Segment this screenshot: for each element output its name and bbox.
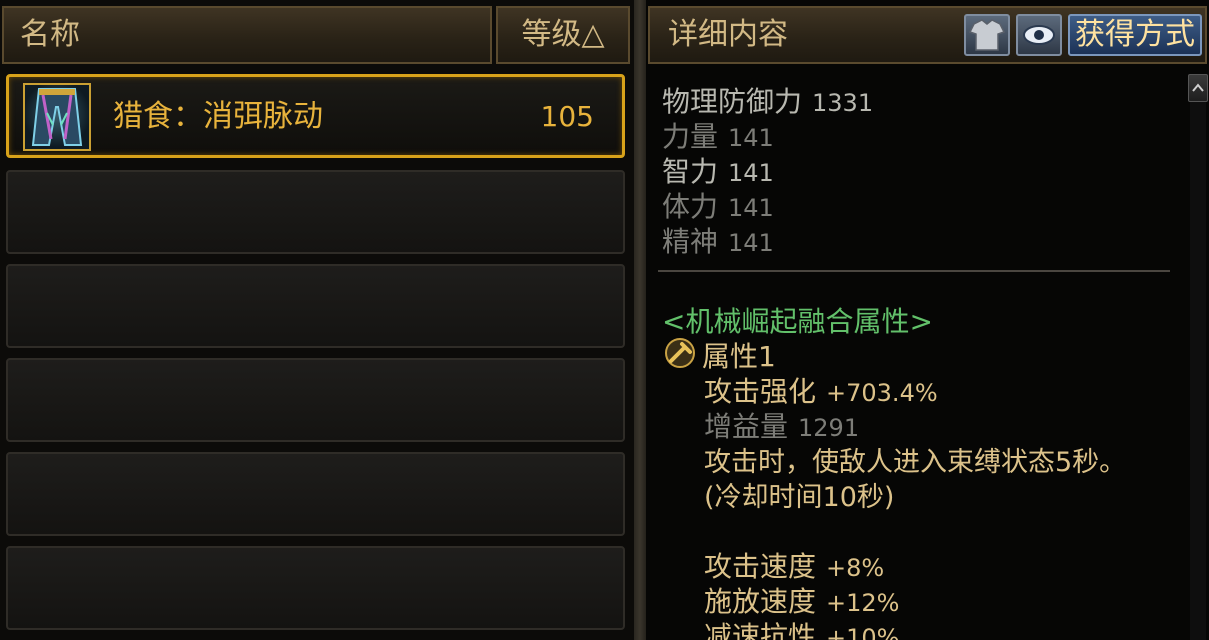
stat-buff-amount: 增益量 1291 [704, 410, 860, 443]
panel-divider [634, 0, 646, 640]
stat-cast-speed: 施放速度 +12% [704, 585, 900, 618]
stat-strength: 力量 141 [662, 120, 774, 153]
wrench-icon [665, 338, 695, 368]
chevron-up-icon [1192, 83, 1204, 92]
view-button[interactable] [1016, 14, 1062, 56]
detail-title: 详细内容 [668, 17, 788, 52]
stat-attack-speed: 攻击速度 +8% [704, 550, 885, 583]
section-divider [658, 270, 1170, 272]
column-header-level-sort[interactable]: 等级△ [496, 6, 630, 64]
detail-scrollbar[interactable] [1190, 102, 1206, 640]
item-list-panel: 名称 等级△ 猎食：消弭脉动 105 [0, 0, 634, 640]
stat-physical-defense: 物理防御力 1331 [662, 85, 874, 118]
item-browser-window: 名称 等级△ 猎食：消弭脉动 105 详细内容 获得方式 物理防御力 1331 … [0, 0, 1209, 640]
item-name: 猎食：消弭脉动 [113, 99, 323, 134]
effect-cooldown: (冷却时间10秒) [704, 482, 895, 513]
fusion-attribute-title: <机械崛起融合属性> [662, 305, 933, 338]
list-item-empty[interactable] [6, 170, 625, 254]
stat-spirit: 精神 141 [662, 225, 774, 258]
armor-preview-button[interactable] [964, 14, 1010, 56]
list-item-selected[interactable]: 猎食：消弭脉动 105 [6, 74, 625, 158]
list-item-empty[interactable] [6, 452, 625, 536]
column-header-name[interactable]: 名称 [2, 6, 492, 64]
stat-attack-boost: 攻击强化 +703.4% [704, 375, 938, 408]
armor-icon [968, 19, 1006, 51]
list-item-empty[interactable] [6, 264, 625, 348]
scroll-up-button[interactable] [1188, 74, 1208, 102]
stat-vitality: 体力 141 [662, 190, 774, 223]
list-item-empty[interactable] [6, 546, 625, 630]
list-item-empty[interactable] [6, 358, 625, 442]
stat-slow-resistance: 减速抗性 +10% [704, 620, 900, 640]
attribute-label: 属性1 [702, 340, 776, 373]
item-level: 105 [540, 100, 594, 133]
item-detail-panel: 详细内容 获得方式 物理防御力 1331 力量 141 智力 141 体力 14… [646, 0, 1209, 640]
stat-intelligence: 智力 141 [662, 155, 774, 188]
detail-header: 详细内容 获得方式 [648, 6, 1207, 64]
effect-description: 攻击时，使敌人进入束缚状态5秒。 [704, 447, 1127, 478]
acquisition-method-button[interactable]: 获得方式 [1068, 14, 1202, 56]
eye-icon [1023, 25, 1055, 45]
armor-pants-icon [23, 83, 91, 151]
